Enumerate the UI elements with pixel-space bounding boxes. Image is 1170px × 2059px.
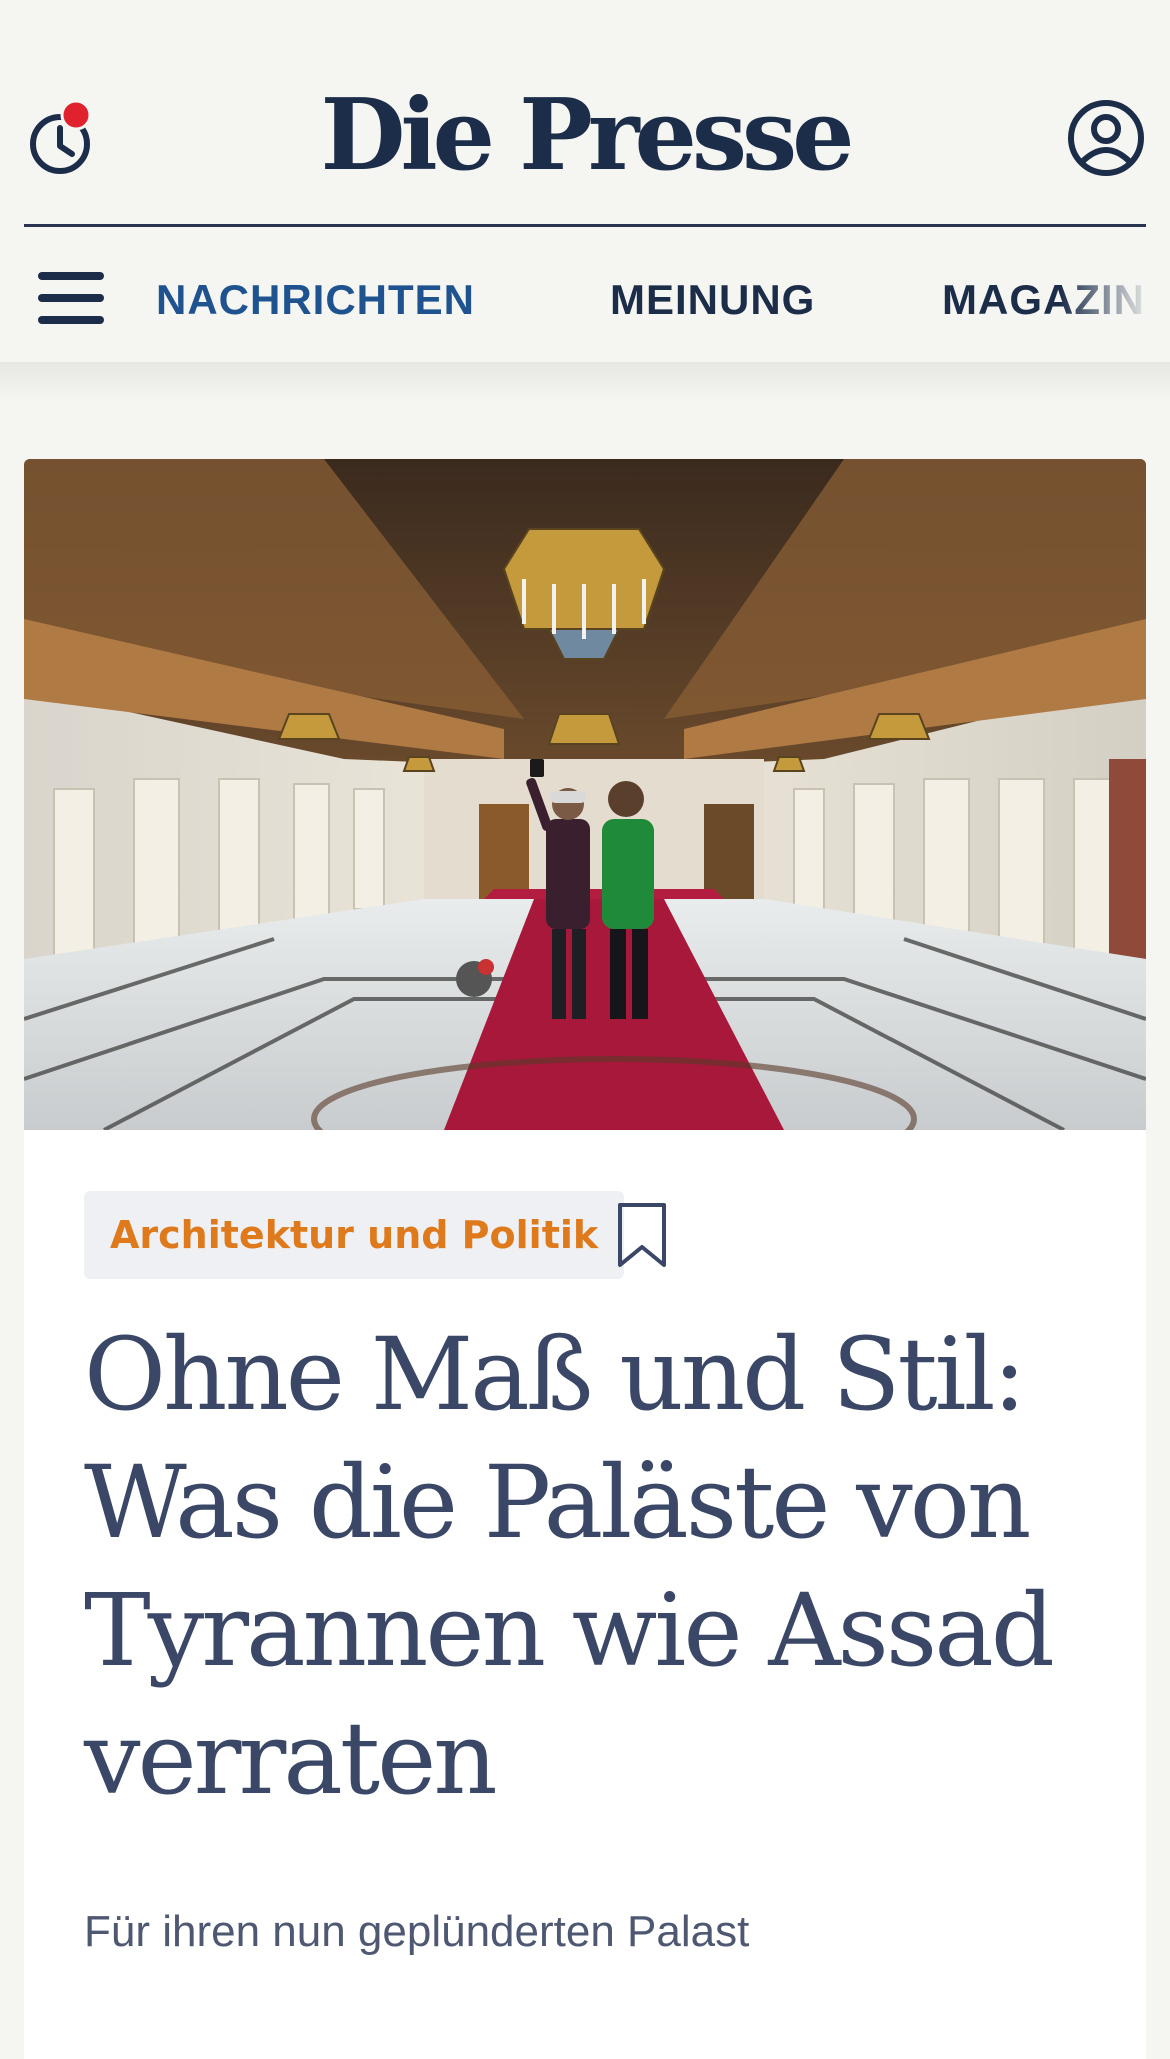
hamburger-menu-icon[interactable]	[38, 270, 106, 326]
site-logo[interactable]: Die Presse	[0, 76, 1170, 196]
header-divider	[24, 224, 1146, 227]
account-button[interactable]	[1066, 98, 1146, 178]
nav-scroll-fade	[1060, 228, 1170, 362]
main-navigation: NACHRICHTEN MEINUNG MAGAZIN	[0, 228, 1170, 362]
article-hero-image[interactable]	[24, 459, 1146, 1130]
nav-item-meinung[interactable]: MEINUNG	[610, 274, 815, 326]
article-headline[interactable]: Ohne Maß und Stil: Was die Paläste von T…	[84, 1311, 1094, 1823]
bookmark-button[interactable]	[614, 1201, 670, 1271]
category-tag[interactable]: Architektur und Politik	[84, 1191, 625, 1279]
article-lead: Für ihren nun geplünderten Palast	[84, 1907, 750, 1956]
user-circle-icon	[1068, 100, 1144, 176]
site-header: Die Presse NACHRICHTEN MEINUNG MAGAZIN	[0, 0, 1170, 362]
article-card: Architektur und Politik Ohne Maß und Sti…	[24, 459, 1146, 2059]
bookmark-icon	[618, 1203, 666, 1267]
nav-item-nachrichten[interactable]: NACHRICHTEN	[156, 274, 475, 326]
header-shadow	[0, 362, 1170, 402]
